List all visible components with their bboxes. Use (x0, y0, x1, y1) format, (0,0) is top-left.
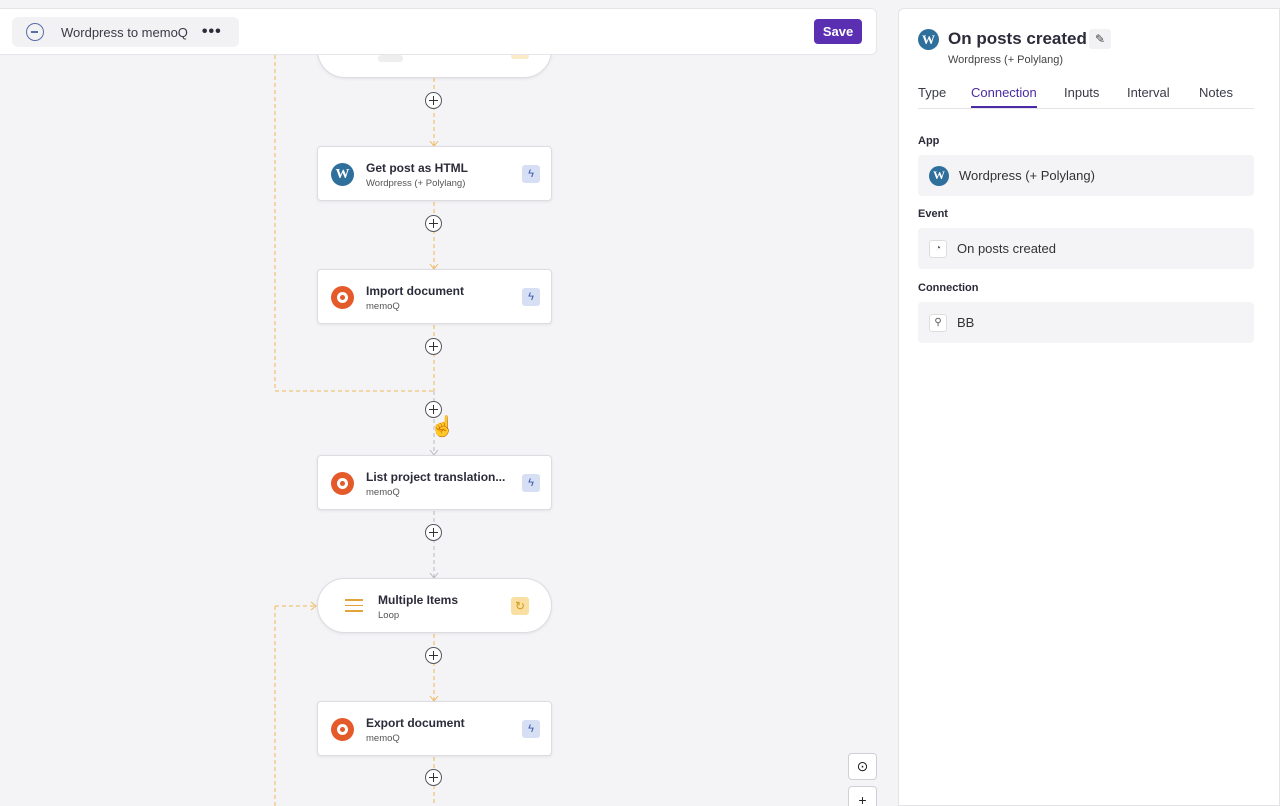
workflow-name[interactable]: Wordpress to memoQ (61, 25, 188, 40)
memoq-icon (331, 718, 354, 741)
node-get-post-as-html[interactable]: W Get post as HTML Wordpress (+ Polylang… (317, 146, 552, 201)
node-multiple-items-loop[interactable]: Multiple Items Loop ↻ (317, 578, 552, 633)
connection-label: Connection (918, 282, 979, 294)
zoom-fit-icon: ⊙ (856, 758, 869, 774)
node-subtitle: memoQ (366, 487, 400, 498)
pencil-icon: ✎ (1094, 32, 1106, 46)
tab-type[interactable]: Type (918, 85, 946, 106)
tab-notes[interactable]: Notes (1199, 85, 1233, 106)
hand-cursor-icon: ☝ (430, 416, 455, 438)
wordpress-icon: W (331, 163, 354, 186)
add-step-button[interactable] (425, 338, 442, 355)
rss-icon: ◔ (929, 239, 947, 258)
node-subtitle: Wordpress (+ Polylang) (366, 178, 466, 189)
connector-lines (274, 55, 439, 806)
link-icon: ⚲ (929, 313, 947, 332)
app-value: Wordpress (+ Polylang) (959, 168, 1095, 183)
partial-node-subtitle (378, 55, 403, 62)
tab-interval[interactable]: Interval (1127, 85, 1170, 106)
connection-field[interactable]: ⚲ BB (918, 302, 1254, 343)
tab-connection[interactable]: Connection (971, 85, 1037, 108)
zoom-in-button[interactable]: + (848, 786, 877, 806)
node-import-document[interactable]: Import document memoQ ϟ (317, 269, 552, 324)
more-options-icon[interactable]: ••• (202, 24, 222, 40)
wordpress-icon: W (918, 29, 939, 50)
memoq-icon (331, 472, 354, 495)
add-step-button[interactable] (425, 647, 442, 664)
collapse-icon[interactable] (26, 23, 44, 41)
zoom-fit-button[interactable]: ⊙ (848, 753, 877, 780)
node-title: Import document (366, 284, 464, 298)
node-subtitle: memoQ (366, 733, 400, 744)
lightning-icon: ϟ (522, 165, 540, 183)
memoq-icon (331, 286, 354, 309)
panel-title: On posts created (948, 29, 1087, 48)
event-label: Event (918, 208, 948, 220)
details-panel: W On posts created ✎ Wordpress (+ Polyla… (898, 8, 1280, 806)
workflow-canvas[interactable]: W Get post as HTML Wordpress (+ Polylang… (0, 0, 898, 806)
lightning-icon: ϟ (522, 720, 540, 738)
save-button[interactable]: Save (814, 19, 862, 44)
add-step-button[interactable] (425, 524, 442, 541)
wordpress-icon: W (929, 165, 949, 186)
node-title: Get post as HTML (366, 161, 469, 175)
edit-title-button[interactable]: ✎ (1089, 29, 1111, 49)
node-list-project-translations[interactable]: List project translation... memoQ ϟ (317, 455, 552, 510)
tab-inputs[interactable]: Inputs (1064, 85, 1099, 106)
workflow-title-pill[interactable]: Wordpress to memoQ ••• (12, 17, 239, 47)
connection-value: BB (957, 315, 975, 330)
event-field[interactable]: ◔ On posts created (918, 228, 1254, 269)
lightning-icon: ϟ (522, 288, 540, 306)
loop-icon: ↻ (511, 597, 529, 615)
list-icon (345, 599, 363, 612)
add-step-button[interactable] (425, 92, 442, 109)
node-title: Multiple Items (378, 593, 459, 607)
node-title: List project translation... (366, 470, 506, 484)
top-bar: Wordpress to memoQ ••• Save (0, 8, 877, 55)
event-value: On posts created (957, 241, 1056, 256)
panel-tabs: Type Connection Inputs Interval Notes (918, 83, 1254, 109)
node-title: Export document (366, 716, 465, 730)
node-subtitle: memoQ (366, 301, 400, 312)
app-label: App (918, 135, 940, 147)
panel-subtitle: Wordpress (+ Polylang) (948, 54, 1064, 66)
plus-icon: + (858, 791, 867, 806)
add-step-button[interactable] (425, 769, 442, 786)
node-subtitle: Loop (378, 610, 400, 621)
node-export-document[interactable]: Export document memoQ ϟ (317, 701, 552, 756)
app-field[interactable]: W Wordpress (+ Polylang) (918, 155, 1254, 196)
lightning-icon: ϟ (522, 474, 540, 492)
add-step-button[interactable] (425, 215, 442, 232)
